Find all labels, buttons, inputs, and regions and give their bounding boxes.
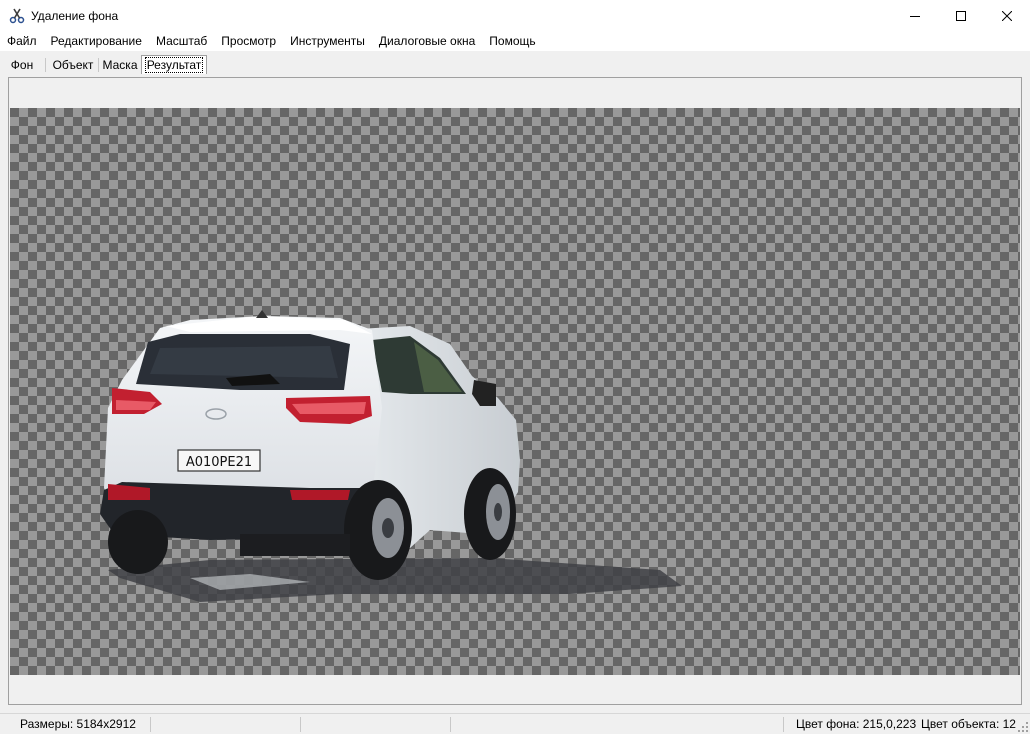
menu-view[interactable]: Просмотр bbox=[214, 31, 283, 51]
menu-edit[interactable]: Редактирование bbox=[44, 31, 149, 51]
status-divider bbox=[783, 717, 784, 732]
menu-tools[interactable]: Инструменты bbox=[283, 31, 372, 51]
menu-dialogs[interactable]: Диалоговые окна bbox=[372, 31, 482, 51]
tab-object[interactable]: Объект bbox=[48, 56, 98, 74]
tab-result-label: Результат bbox=[144, 57, 204, 73]
status-bg-color: Цвет фона: 215,0,223 bbox=[796, 717, 917, 731]
car-wheel-rear-left bbox=[108, 510, 168, 574]
license-plate-text: А010РЕ21 bbox=[186, 455, 252, 470]
tab-strip: Фон Объект Маска Результат bbox=[0, 51, 1030, 75]
status-divider bbox=[150, 717, 151, 732]
tab-separator bbox=[98, 58, 99, 72]
result-canvas[interactable]: А010РЕ21 bbox=[10, 108, 1020, 675]
tab-background[interactable]: Фон bbox=[4, 56, 40, 74]
menu-file[interactable]: Файл bbox=[0, 31, 44, 51]
tab-object-label: Объект bbox=[52, 58, 94, 72]
status-object-color: Цвет объекта: 12 bbox=[921, 717, 1016, 731]
window-controls bbox=[892, 0, 1030, 31]
minimize-button[interactable] bbox=[892, 0, 938, 31]
tab-result[interactable]: Результат bbox=[141, 55, 207, 74]
resize-grip-icon[interactable] bbox=[1018, 722, 1028, 732]
close-button[interactable] bbox=[984, 0, 1030, 31]
window-title: Удаление фона bbox=[31, 8, 119, 23]
status-divider bbox=[300, 717, 301, 732]
tab-mask-label: Маска bbox=[102, 58, 138, 72]
close-icon bbox=[1002, 10, 1012, 21]
minimize-icon bbox=[910, 15, 920, 17]
car-cutout-image: А010РЕ21 bbox=[100, 310, 682, 602]
menu-help[interactable]: Помощь bbox=[482, 31, 542, 51]
maximize-button[interactable] bbox=[938, 0, 984, 31]
menu-zoom[interactable]: Масштаб bbox=[149, 31, 214, 51]
maximize-icon bbox=[956, 10, 966, 21]
status-image-size: Размеры: 5184x2912 bbox=[20, 717, 136, 731]
title-bar: Удаление фона bbox=[0, 0, 1030, 31]
status-bar: Размеры: 5184x2912 Цвет фона: 215,0,223 … bbox=[0, 713, 1030, 734]
menu-bar: Файл Редактирование Масштаб Просмотр Инс… bbox=[0, 31, 1030, 51]
scissors-icon bbox=[9, 8, 25, 24]
tab-background-label: Фон bbox=[10, 58, 34, 72]
status-divider bbox=[450, 717, 451, 732]
tab-separator bbox=[45, 58, 46, 72]
tab-mask[interactable]: Маска bbox=[100, 56, 140, 74]
